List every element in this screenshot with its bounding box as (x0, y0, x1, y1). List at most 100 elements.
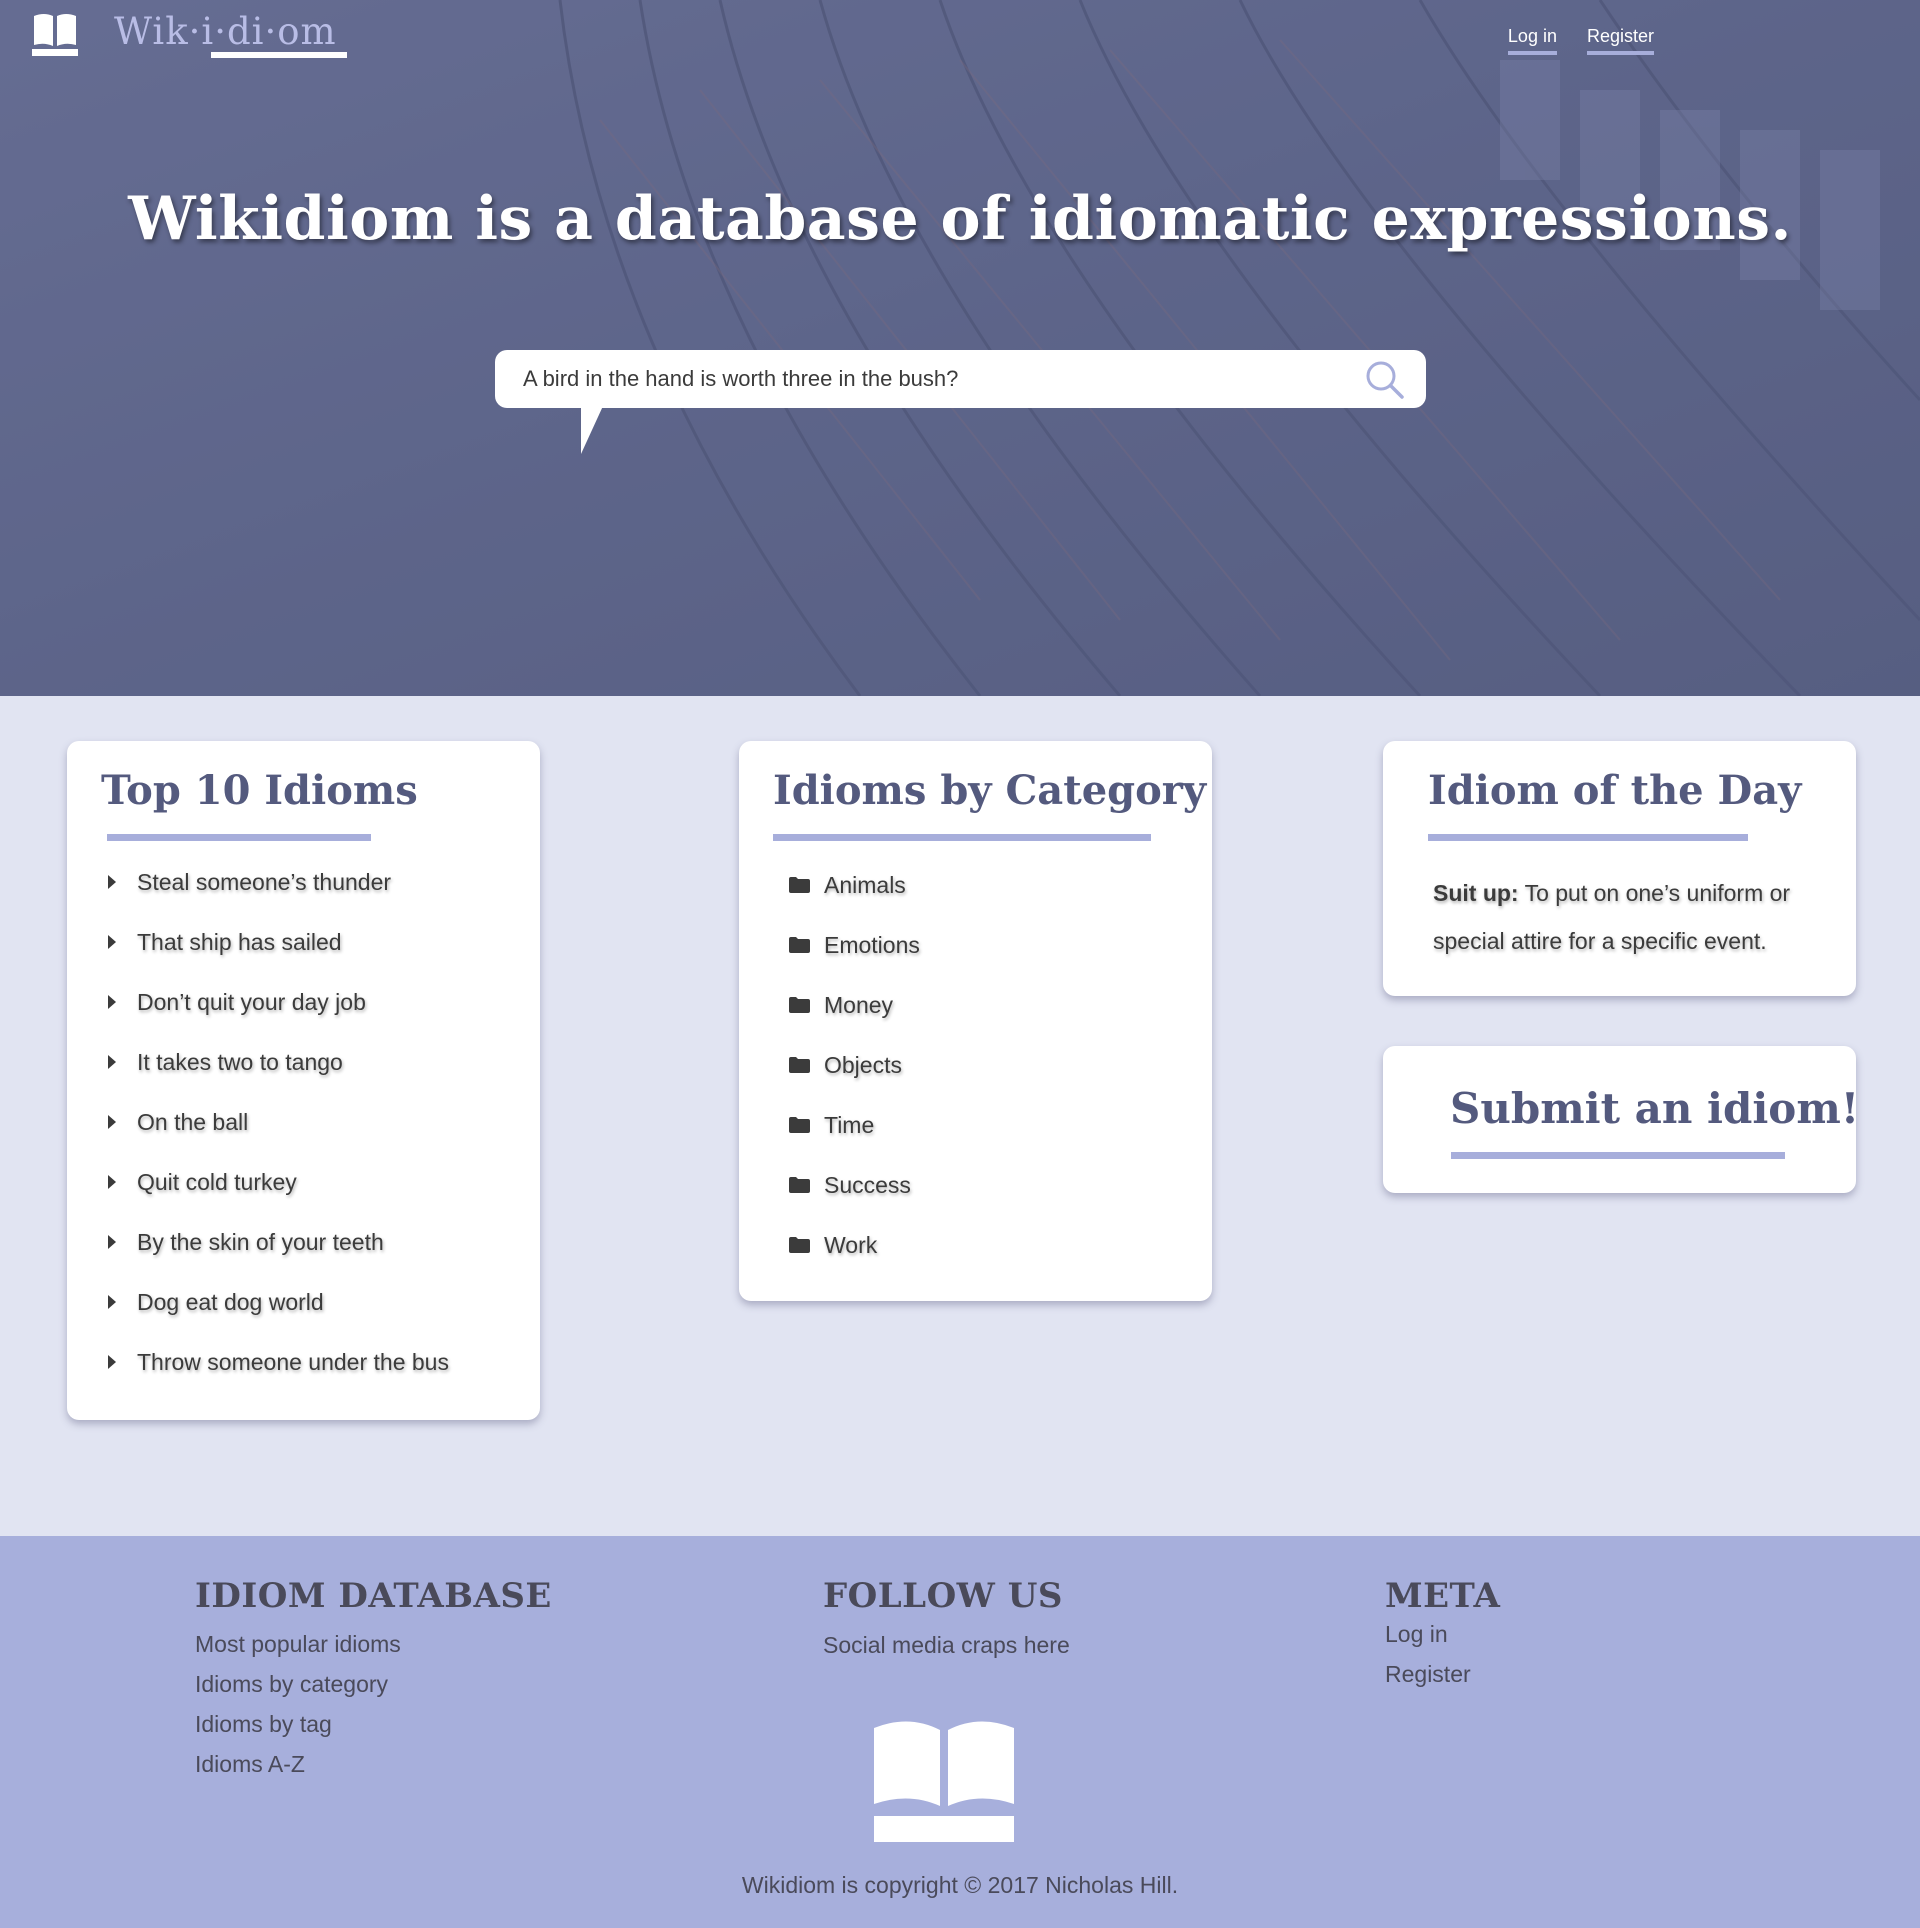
caret-right-icon (108, 1175, 116, 1189)
idiom-link[interactable]: Quit cold turkey (137, 1169, 297, 1196)
speech-bubble-tail (581, 406, 603, 454)
categories-card: Idioms by Category Animals Emotions Mone… (739, 741, 1212, 1301)
list-item[interactable]: Throw someone under the bus (107, 1349, 449, 1409)
idiom-link[interactable]: That ship has sailed (137, 929, 342, 956)
title-underline (1428, 834, 1748, 841)
list-item[interactable]: Money (789, 992, 920, 1052)
site-logo-text: Wik·i·di·om (114, 10, 337, 53)
footer-link[interactable]: Idioms by category (195, 1671, 388, 1697)
open-book-icon (874, 1721, 1014, 1842)
folder-icon (789, 937, 810, 953)
search-icon[interactable] (1364, 359, 1406, 401)
hero-banner: Wik·i·di·om Log in Register Wikidiom is … (0, 0, 1920, 696)
list-item: Idioms by category (195, 1664, 552, 1704)
caret-right-icon (108, 1235, 116, 1249)
folder-icon (789, 997, 810, 1013)
logo-underline (211, 52, 347, 58)
list-item[interactable]: Time (789, 1112, 920, 1172)
footer-register-link[interactable]: Register (1385, 1661, 1471, 1687)
list-item[interactable]: Work (789, 1232, 920, 1292)
footer-login-link[interactable]: Log in (1385, 1621, 1448, 1647)
title-underline (1451, 1152, 1785, 1159)
register-link[interactable]: Register (1586, 26, 1654, 55)
list-item[interactable]: Objects (789, 1052, 920, 1112)
hero-title: Wikidiom is a database of idiomatic expr… (128, 184, 1792, 254)
title-underline (773, 834, 1151, 841)
folder-icon (789, 1057, 810, 1073)
footer-link-list: Most popular idioms Idioms by category I… (195, 1624, 552, 1784)
top-idioms-title: Top 10 Idioms (101, 767, 418, 814)
idiom-link[interactable]: It takes two to tango (137, 1049, 343, 1076)
login-link[interactable]: Log in (1507, 26, 1557, 55)
caret-right-icon (108, 1355, 116, 1369)
footer-link[interactable]: Idioms A-Z (195, 1751, 305, 1777)
idiom-link[interactable]: By the skin of your teeth (137, 1229, 384, 1256)
top-navigation: Log in Register (1507, 26, 1654, 55)
copyright-text: Wikidiom is copyright © 2017 Nicholas Hi… (741, 1872, 1179, 1898)
list-item[interactable]: Quit cold turkey (107, 1169, 449, 1229)
submit-idiom-button[interactable]: Submit an idiom! (1450, 1084, 1859, 1133)
site-logo[interactable]: Wik·i·di·om (32, 10, 336, 56)
footer-link-list: Log in Register (1385, 1614, 1500, 1694)
footer-heading: META (1385, 1576, 1501, 1616)
list-item: Most popular idioms (195, 1624, 552, 1664)
site-footer: IDIOM DATABASE Most popular idioms Idiom… (0, 1536, 1920, 1928)
idiom-link[interactable]: Dog eat dog world (137, 1289, 324, 1316)
category-link[interactable]: Money (824, 992, 893, 1019)
caret-right-icon (108, 935, 116, 949)
category-link[interactable]: Emotions (824, 932, 920, 959)
idiom-link[interactable]: Don’t quit your day job (137, 989, 366, 1016)
idiom-link[interactable]: Throw someone under the bus (137, 1349, 449, 1376)
caret-right-icon (108, 1295, 116, 1309)
search-box (495, 350, 1426, 408)
idiom-link[interactable]: On the ball (137, 1109, 248, 1136)
top-idioms-list: Steal someone’s thunder That ship has sa… (107, 869, 449, 1409)
caret-right-icon (108, 875, 116, 889)
caret-right-icon (108, 1055, 116, 1069)
footer-idiom-database: IDIOM DATABASE Most popular idioms Idiom… (195, 1576, 552, 1784)
submit-idiom-card[interactable]: Submit an idiom! (1383, 1046, 1859, 1193)
search-input[interactable] (523, 366, 1343, 392)
list-item[interactable]: By the skin of your teeth (107, 1229, 449, 1289)
open-book-icon (32, 14, 78, 56)
categories-title: Idioms by Category (773, 767, 1207, 814)
caret-right-icon (108, 1115, 116, 1129)
list-item[interactable]: That ship has sailed (107, 929, 449, 989)
footer-follow-us: FOLLOW US Social media craps here (823, 1576, 1070, 1659)
category-link[interactable]: Success (824, 1172, 911, 1199)
footer-link[interactable]: Idioms by tag (195, 1711, 332, 1737)
footer-social-text: Social media craps here (823, 1632, 1070, 1658)
list-item[interactable]: On the ball (107, 1109, 449, 1169)
top-idioms-card: Top 10 Idioms Steal someone’s thunder Th… (67, 741, 540, 1420)
search-bubble (495, 350, 1426, 454)
list-item[interactable]: Success (789, 1172, 920, 1232)
idiom-term[interactable]: Suit up: (1433, 880, 1519, 906)
idiom-of-the-day-text: Suit up: To put on one’s uniform or spec… (1433, 869, 1833, 965)
footer-meta: META Log in Register (1385, 1576, 1500, 1694)
idiom-of-the-day-card: Idiom of the Day Suit up: To put on one’… (1383, 741, 1856, 996)
title-underline (107, 834, 371, 841)
hero-tint-overlay (0, 0, 1920, 696)
category-link[interactable]: Objects (824, 1052, 902, 1079)
folder-icon (789, 1177, 810, 1193)
folder-icon (789, 1237, 810, 1253)
footer-link[interactable]: Most popular idioms (195, 1631, 401, 1657)
idiom-of-the-day-title: Idiom of the Day (1428, 767, 1802, 814)
categories-list: Animals Emotions Money Objects Time Succ… (789, 872, 920, 1292)
list-item[interactable]: It takes two to tango (107, 1049, 449, 1109)
idiom-link[interactable]: Steal someone’s thunder (137, 869, 391, 896)
list-item: Log in (1385, 1614, 1500, 1654)
caret-right-icon (108, 995, 116, 1009)
category-link[interactable]: Animals (824, 872, 906, 899)
list-item[interactable]: Animals (789, 872, 920, 932)
category-link[interactable]: Time (824, 1112, 874, 1139)
folder-icon (789, 877, 810, 893)
list-item[interactable]: Steal someone’s thunder (107, 869, 449, 929)
folder-icon (789, 1117, 810, 1133)
list-item[interactable]: Don’t quit your day job (107, 989, 449, 1049)
list-item[interactable]: Emotions (789, 932, 920, 992)
list-item: Idioms by tag (195, 1704, 552, 1744)
category-link[interactable]: Work (824, 1232, 877, 1259)
list-item: Idioms A-Z (195, 1744, 552, 1784)
list-item[interactable]: Dog eat dog world (107, 1289, 449, 1349)
